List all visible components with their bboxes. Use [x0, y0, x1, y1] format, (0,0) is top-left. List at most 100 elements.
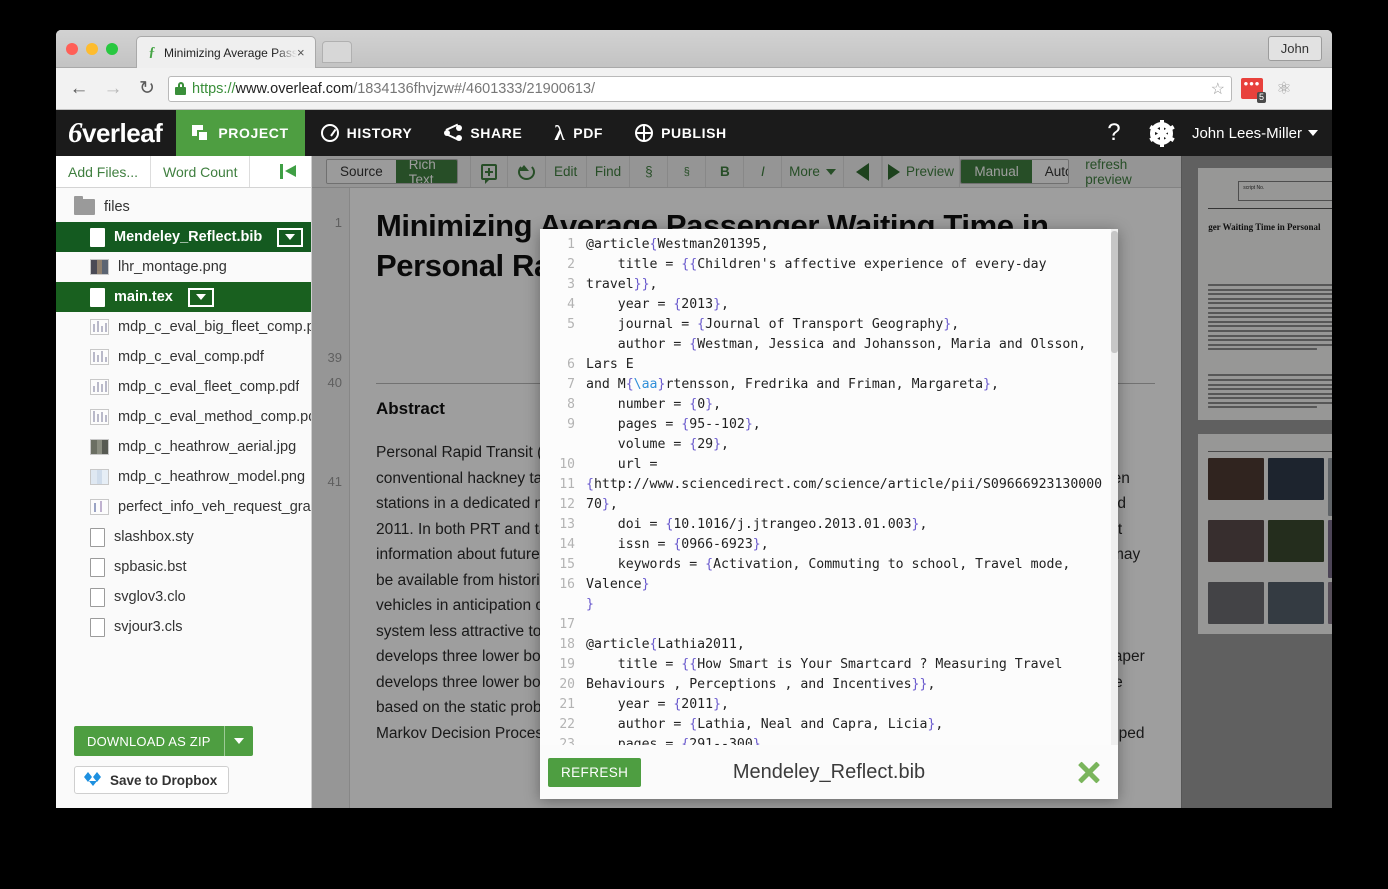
tab-source[interactable]: Source — [327, 160, 396, 183]
file-label: svglov3.clo — [114, 589, 186, 605]
bold-button[interactable]: B — [706, 156, 744, 187]
close-icon[interactable] — [1074, 757, 1104, 787]
preview-button[interactable]: Preview — [882, 156, 961, 187]
editor-mode-toggle: Source Rich Text — [326, 159, 458, 184]
download-as-zip-button[interactable]: DOWNLOAD AS ZIP — [74, 726, 253, 756]
tab-rich-text[interactable]: Rich Text — [396, 160, 457, 183]
undo-button[interactable] — [508, 156, 546, 187]
chart-file-icon — [90, 349, 109, 365]
word-count-button[interactable]: Word Count — [151, 156, 250, 187]
file-tree-item-spbasic-bst[interactable]: spbasic.bst — [56, 552, 311, 582]
pdf-preview-panel[interactable]: script No. ger Waiting Time in Personal — [1181, 156, 1332, 808]
url-scheme: https:// — [192, 81, 236, 97]
file-label: mdp_c_eval_fleet_comp.pdf — [118, 379, 299, 395]
pdf-photo — [1328, 458, 1332, 516]
extension-button-red[interactable]: ••• 5 — [1240, 77, 1264, 101]
settings-button[interactable] — [1138, 122, 1186, 145]
file-label: mdp_c_eval_comp.pdf — [118, 349, 264, 365]
refresh-button[interactable]: REFRESH — [548, 758, 641, 787]
nav-pdf[interactable]: λ PDF — [538, 110, 619, 156]
nav-share-label: SHARE — [470, 125, 522, 141]
back-icon[interactable]: ← — [66, 76, 92, 102]
file-tree-item-big-fleet-comp[interactable]: mdp_c_eval_big_fleet_comp.pdf — [56, 312, 311, 342]
file-tree-item-lhr-montage[interactable]: lhr_montage.png — [56, 252, 311, 282]
reload-icon[interactable]: ↻ — [134, 76, 160, 102]
subsection-button[interactable]: § — [668, 156, 706, 187]
chart-file-icon — [90, 319, 109, 335]
code-viewer[interactable]: 12345 6789 10111213141516 17181920212223… — [540, 229, 1118, 745]
file-tree-item-heathrow-aerial[interactable]: mdp_c_heathrow_aerial.jpg — [56, 432, 311, 462]
download-dropdown-button[interactable] — [225, 726, 253, 756]
file-tree-item-veh-request-graph[interactable]: perfect_info_veh_request_graph.pdf — [56, 492, 311, 522]
file-tree-item-slashbox-sty[interactable]: slashbox.sty — [56, 522, 311, 552]
chevron-down-icon — [826, 169, 836, 175]
file-menu-icon[interactable] — [188, 288, 214, 307]
pdf-title: ger Waiting Time in Personal — [1208, 222, 1332, 232]
file-tree-item-bib[interactable]: Mendeley_Reflect.bib — [56, 222, 311, 252]
add-comment-icon — [481, 164, 497, 180]
edit-menu-button[interactable]: Edit — [546, 156, 587, 187]
more-menu-button[interactable]: More — [782, 156, 843, 187]
nav-history[interactable]: HISTORY — [305, 110, 429, 156]
file-menu-icon[interactable] — [277, 228, 303, 247]
file-tree-item-method-comp[interactable]: mdp_c_eval_method_comp.pdf — [56, 402, 311, 432]
file-tree-actions: DOWNLOAD AS ZIP Save to Dropbox — [56, 716, 311, 808]
new-tab-button[interactable] — [322, 41, 352, 63]
code-scrollbar[interactable] — [1111, 229, 1118, 745]
add-comment-button[interactable] — [470, 156, 508, 187]
download-as-zip-label: DOWNLOAD AS ZIP — [74, 726, 224, 756]
compile-mode-manual[interactable]: Manual — [961, 160, 1031, 183]
file-tree-item-fleet-comp[interactable]: mdp_c_eval_fleet_comp.pdf — [56, 372, 311, 402]
url-text: https://www.overleaf.com/1834136fhvjzw#/… — [192, 81, 595, 97]
collapse-panel-button[interactable] — [266, 156, 311, 187]
section-button[interactable]: § — [630, 156, 668, 187]
manuscript-number-box: script No. — [1238, 181, 1332, 201]
file-tree-item-svjour3-cls[interactable]: svjour3.cls — [56, 612, 311, 642]
file-tree-item-heathrow-model[interactable]: mdp_c_heathrow_model.png — [56, 462, 311, 492]
browser-menu-icon[interactable] — [1304, 77, 1322, 101]
forward-icon[interactable]: → — [100, 76, 126, 102]
file-tree-item-eval-comp[interactable]: mdp_c_eval_comp.pdf — [56, 342, 311, 372]
browser-profile-button[interactable]: John — [1268, 36, 1322, 61]
extension-button-atom[interactable]: ⚛ — [1272, 77, 1296, 101]
file-label: slashbox.sty — [114, 529, 194, 545]
overleaf-favicon-icon: ƒ — [145, 46, 159, 60]
address-bar[interactable]: https://www.overleaf.com/1834136fhvjzw#/… — [168, 76, 1232, 102]
overleaf-logo[interactable]: 6verleaf — [56, 110, 176, 156]
maximize-window-button[interactable] — [106, 43, 118, 55]
nav-project[interactable]: PROJECT — [176, 110, 304, 156]
browser-tab[interactable]: ƒ Minimizing Average Passen × — [136, 36, 316, 68]
editor-toolbar: Source Rich Text Edit Find § § B I — [312, 156, 1181, 188]
pdf-page-1: script No. ger Waiting Time in Personal — [1198, 168, 1332, 420]
find-button[interactable]: Find — [587, 156, 631, 187]
undo-icon — [518, 164, 535, 180]
chevron-down-icon — [1308, 130, 1318, 136]
code-line-numbers: 12345 6789 10111213141516 17181920212223… — [540, 229, 582, 745]
close-tab-icon[interactable]: × — [297, 46, 309, 59]
overleaf-application: 6verleaf PROJECT HISTORY SHARE λ PDF PUB… — [56, 110, 1332, 808]
help-icon[interactable]: ? — [1090, 119, 1138, 147]
bookmark-star-icon[interactable]: ☆ — [1211, 81, 1225, 98]
save-to-dropbox-button[interactable]: Save to Dropbox — [74, 766, 229, 794]
file-tree-item-svglov3-clo[interactable]: svglov3.clo — [56, 582, 311, 612]
nav-publish[interactable]: PUBLISH — [619, 110, 743, 156]
file-tree-item-main-tex[interactable]: main.tex — [56, 282, 311, 312]
minimize-window-button[interactable] — [86, 43, 98, 55]
refresh-preview-link[interactable]: refresh preview — [1069, 156, 1180, 187]
gutter-line: 41 — [312, 469, 342, 494]
code-scrollbar-thumb[interactable] — [1111, 231, 1118, 353]
collapse-editor-button[interactable] — [844, 156, 882, 187]
user-name-label: John Lees-Miller — [1192, 125, 1302, 142]
add-files-button[interactable]: Add Files... — [56, 156, 151, 187]
file-label: mdp_c_heathrow_model.png — [118, 469, 305, 485]
code-content[interactable]: @article{Westman201395, title = {{Childr… — [582, 229, 1118, 745]
user-menu[interactable]: John Lees-Miller — [1186, 125, 1332, 142]
close-window-button[interactable] — [66, 43, 78, 55]
doc-file-icon — [90, 588, 105, 607]
chart-file-icon — [90, 379, 109, 395]
clock-icon — [321, 124, 339, 142]
file-tree-folder-files[interactable]: files — [56, 192, 311, 222]
compile-mode-auto[interactable]: Auto — [1032, 160, 1070, 183]
nav-share[interactable]: SHARE — [428, 110, 538, 156]
italic-button[interactable]: I — [744, 156, 782, 187]
